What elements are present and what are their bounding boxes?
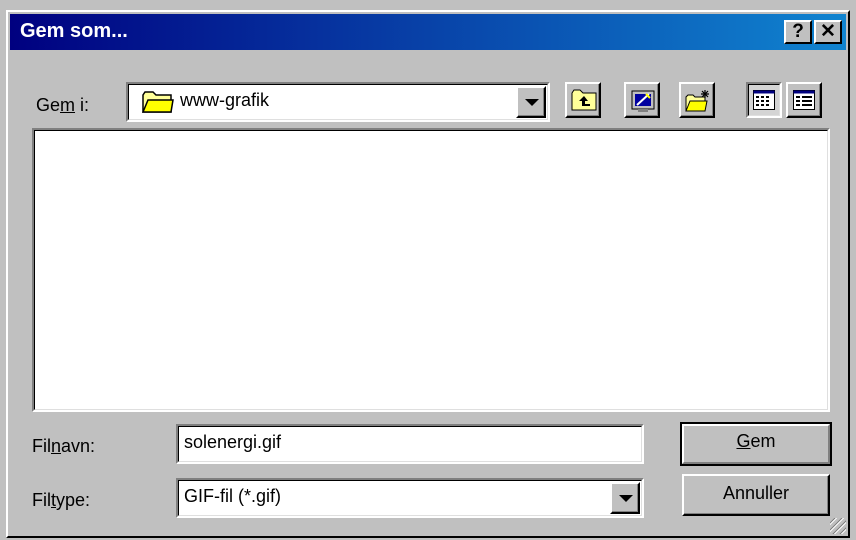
save-button[interactable]: Gem bbox=[680, 422, 832, 466]
dialog-title: Gem som... bbox=[20, 20, 128, 42]
help-icon: ? bbox=[792, 21, 804, 42]
list-view-button[interactable] bbox=[746, 82, 782, 118]
save-in-label: Gem i: bbox=[36, 95, 90, 115]
chevron-down-icon bbox=[525, 99, 539, 106]
close-button[interactable]: ✕ bbox=[814, 20, 842, 44]
folder-icon bbox=[142, 91, 174, 113]
filetype-label: Filtype: bbox=[32, 490, 91, 510]
cancel-button[interactable]: Annuller bbox=[682, 474, 830, 516]
resize-grip[interactable] bbox=[830, 518, 846, 534]
filetype-dropdown-button[interactable] bbox=[610, 482, 640, 514]
details-view-icon bbox=[793, 90, 815, 110]
desktop-button[interactable] bbox=[624, 82, 660, 118]
cancel-button-label: Annuller bbox=[722, 483, 790, 503]
up-one-level-button[interactable] bbox=[565, 82, 601, 118]
save-button-label: Gem bbox=[736, 431, 776, 451]
new-folder-button[interactable] bbox=[679, 82, 715, 118]
filename-value: solenergi.gif bbox=[184, 432, 282, 452]
save-in-combo[interactable]: www-grafik bbox=[126, 82, 550, 122]
up-one-level-icon bbox=[571, 89, 597, 111]
save-in-dropdown-button[interactable] bbox=[516, 86, 546, 118]
filename-label: Filnavn: bbox=[32, 436, 96, 456]
file-list[interactable] bbox=[32, 128, 830, 412]
new-folder-icon bbox=[685, 90, 709, 112]
help-button[interactable]: ? bbox=[784, 20, 812, 44]
save-as-dialog: Gem som... ? ✕ Gem i: www-grafik Filnavn… bbox=[6, 10, 850, 538]
save-in-value: www-grafik bbox=[180, 90, 270, 110]
chevron-down-icon bbox=[619, 495, 633, 502]
list-view-icon bbox=[753, 90, 775, 110]
title-bar[interactable]: Gem som... ? ✕ bbox=[10, 14, 846, 50]
close-icon: ✕ bbox=[820, 21, 836, 42]
filename-input[interactable]: solenergi.gif bbox=[176, 424, 644, 464]
filetype-select[interactable]: GIF-fil (*.gif) bbox=[176, 478, 644, 518]
filetype-value: GIF-fil (*.gif) bbox=[184, 486, 281, 506]
desktop-icon bbox=[631, 90, 655, 112]
details-view-button[interactable] bbox=[786, 82, 822, 118]
